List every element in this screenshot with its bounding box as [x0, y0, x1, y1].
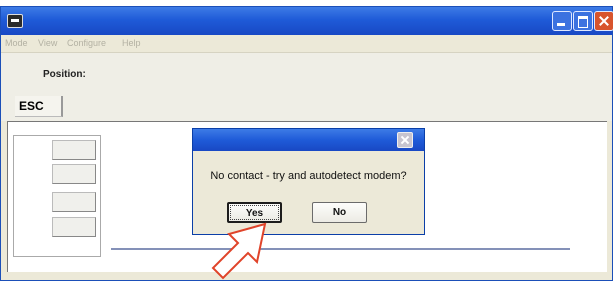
menu-help[interactable]: Help	[122, 38, 141, 48]
side-button-2[interactable]	[52, 164, 96, 184]
side-button-3[interactable]	[52, 192, 96, 212]
autodetect-dialog: No contact - try and autodetect modem? Y…	[192, 128, 425, 235]
app-icon[interactable]	[7, 14, 23, 28]
menu-mode[interactable]: Mode	[5, 38, 28, 48]
dialog-message: No contact - try and autodetect modem?	[210, 170, 407, 182]
side-button-4[interactable]	[52, 217, 96, 237]
window-titlebar[interactable]	[1, 7, 613, 35]
maximize-icon[interactable]	[573, 11, 593, 31]
divider-line	[111, 248, 570, 250]
no-button[interactable]: No	[312, 202, 367, 223]
menu-bar: Mode View Configure Help	[1, 35, 612, 53]
pointer-arrow-icon	[211, 222, 267, 280]
dialog-titlebar[interactable]	[193, 129, 424, 151]
button-group-panel	[13, 135, 101, 257]
side-button-1[interactable]	[52, 140, 96, 160]
esc-button[interactable]: ESC	[15, 96, 63, 117]
menu-view[interactable]: View	[38, 38, 57, 48]
menu-configure[interactable]: Configure	[67, 38, 106, 48]
toolbar-area: Position: ESC	[1, 53, 612, 121]
yes-button[interactable]: Yes	[227, 202, 282, 223]
close-icon[interactable]	[594, 11, 613, 31]
position-label: Position:	[43, 69, 86, 80]
dialog-close-icon[interactable]	[397, 132, 413, 148]
minimize-icon[interactable]	[552, 11, 572, 31]
